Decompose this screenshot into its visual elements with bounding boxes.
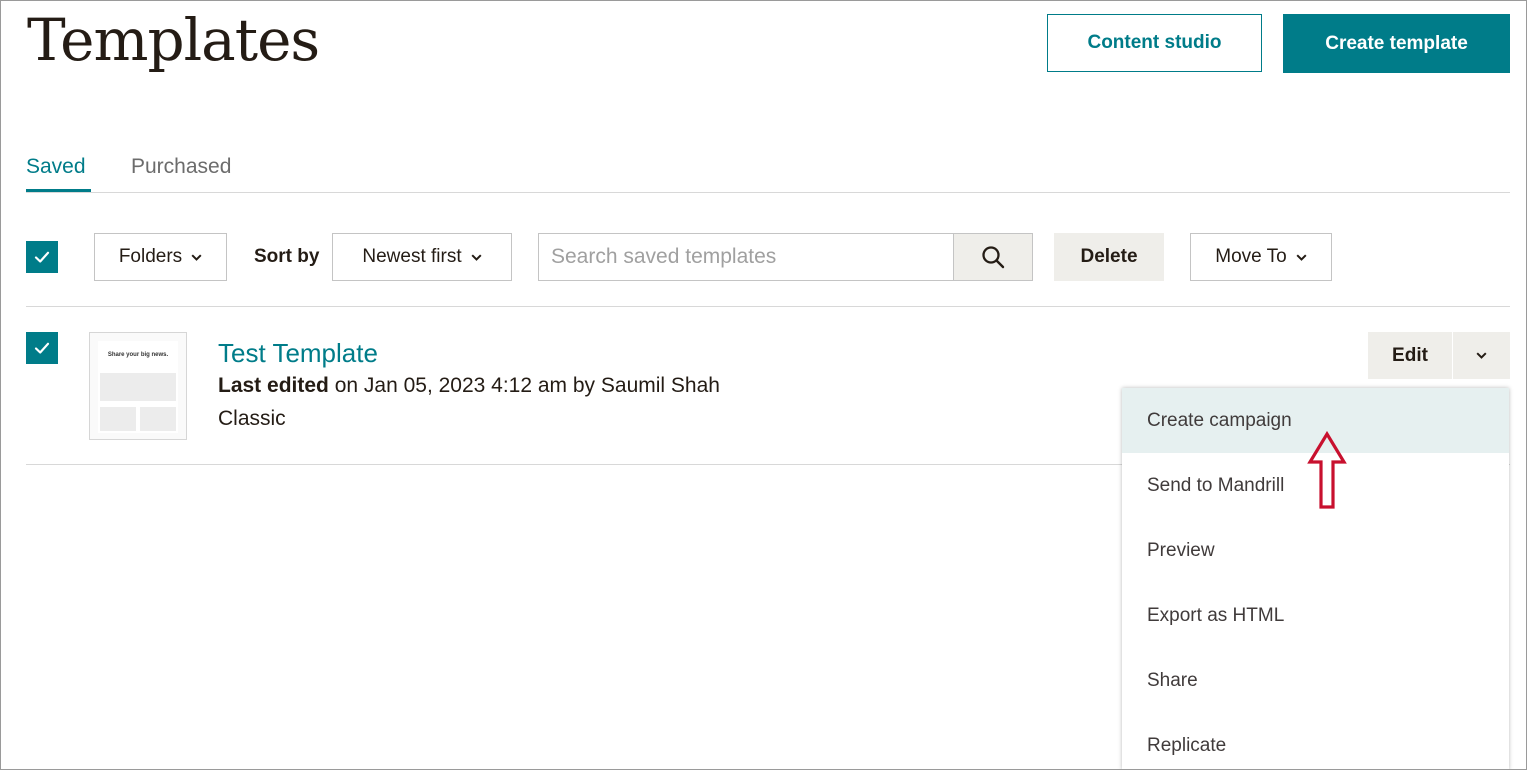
tabs-divider bbox=[26, 192, 1510, 193]
template-checkbox[interactable] bbox=[26, 332, 58, 364]
chevron-down-icon bbox=[191, 253, 202, 261]
search-button[interactable] bbox=[953, 233, 1033, 281]
sort-dropdown[interactable]: Newest first bbox=[332, 233, 512, 281]
edit-menu-toggle[interactable] bbox=[1453, 332, 1510, 379]
thumbnail-image-block bbox=[140, 407, 176, 431]
thumbnail-image-block bbox=[100, 373, 176, 401]
toolbar-divider bbox=[26, 306, 1510, 307]
sort-value: Newest first bbox=[362, 246, 462, 267]
menu-item-export-html[interactable]: Export as HTML bbox=[1122, 583, 1509, 648]
chevron-down-icon bbox=[1476, 352, 1487, 359]
move-to-label: Move To bbox=[1215, 246, 1287, 267]
tab-saved[interactable]: Saved bbox=[26, 155, 86, 179]
select-all-checkbox[interactable] bbox=[26, 241, 58, 273]
chevron-down-icon bbox=[471, 253, 482, 261]
content-studio-button[interactable]: Content studio bbox=[1047, 14, 1262, 72]
menu-item-share[interactable]: Share bbox=[1122, 648, 1509, 713]
edit-button[interactable]: Edit bbox=[1368, 332, 1452, 379]
folders-label: Folders bbox=[118, 246, 183, 267]
last-edited-detail: on Jan 05, 2023 4:12 am by Saumil Shah bbox=[328, 374, 720, 397]
active-tab-indicator bbox=[26, 189, 91, 192]
template-thumbnail[interactable]: Share your big news. bbox=[89, 332, 187, 440]
template-type: Classic bbox=[218, 407, 286, 430]
page-title: Templates bbox=[27, 6, 320, 74]
menu-item-replicate[interactable]: Replicate bbox=[1122, 713, 1509, 770]
check-icon bbox=[34, 251, 50, 263]
menu-item-preview[interactable]: Preview bbox=[1122, 518, 1509, 583]
thumbnail-image-block bbox=[100, 407, 136, 431]
tab-purchased[interactable]: Purchased bbox=[131, 155, 231, 179]
delete-button[interactable]: Delete bbox=[1054, 233, 1164, 281]
move-to-dropdown[interactable]: Move To bbox=[1190, 233, 1332, 281]
create-template-button[interactable]: Create template bbox=[1283, 14, 1510, 73]
template-last-edited: Last edited on Jan 05, 2023 4:12 am by S… bbox=[218, 374, 720, 398]
last-edited-label: Last edited bbox=[218, 374, 329, 397]
chevron-down-icon bbox=[1296, 253, 1307, 261]
search-icon bbox=[982, 246, 1005, 269]
sort-by-label: Sort by bbox=[254, 246, 320, 267]
annotation-arrow-icon bbox=[1307, 431, 1347, 509]
template-name-link[interactable]: Test Template bbox=[218, 338, 378, 369]
thumbnail-preview: Share your big news. bbox=[98, 341, 178, 433]
folders-dropdown[interactable]: Folders bbox=[94, 233, 227, 281]
check-icon bbox=[34, 342, 50, 354]
thumbnail-headline: Share your big news. bbox=[107, 352, 169, 358]
search-input[interactable] bbox=[538, 233, 954, 281]
